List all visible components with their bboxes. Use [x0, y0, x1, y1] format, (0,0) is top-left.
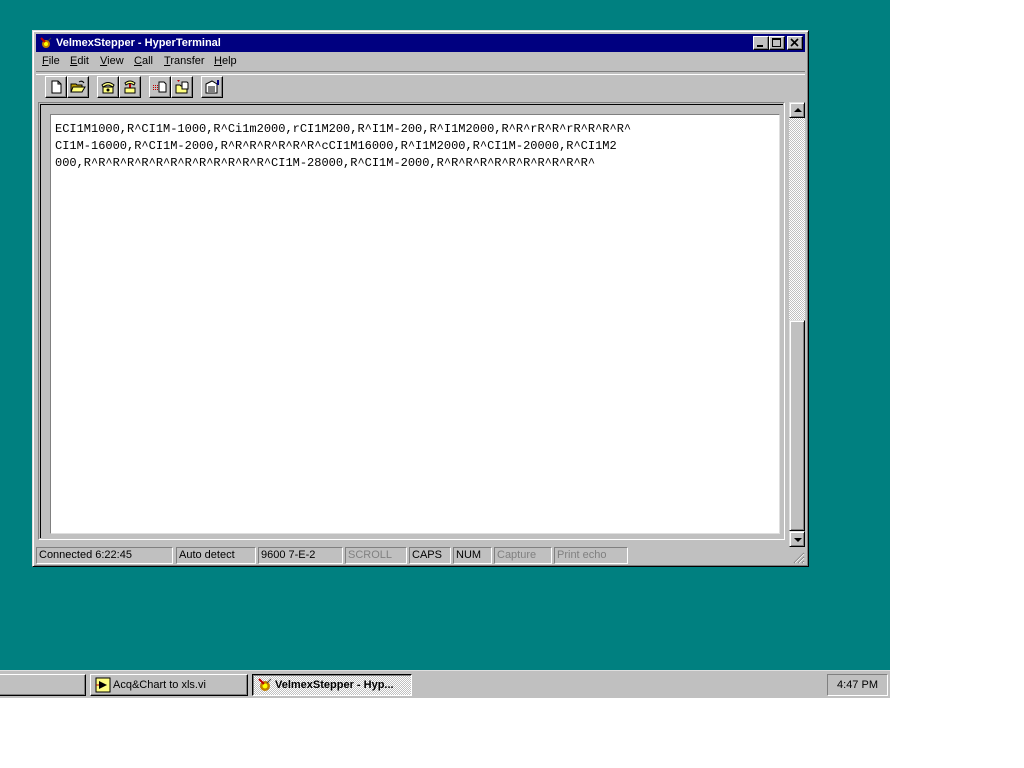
connect-button[interactable]	[97, 76, 119, 98]
taskbar-start-area[interactable]	[0, 674, 86, 696]
menu-help-label: elp	[221, 55, 237, 67]
menu-file-accel: F	[42, 55, 49, 67]
disconnect-button[interactable]	[119, 76, 141, 98]
taskbar-item-hyperterminal[interactable]: VelmexStepper - Hyp...	[252, 674, 412, 696]
terminal-screen[interactable]: ECI1M1000,R^CI1M-1000,R^Ci1m2000,rCI1M20…	[50, 114, 780, 534]
taskbar-item-label: VelmexStepper - Hyp...	[275, 679, 394, 691]
taskbar-item-acq-chart[interactable]: Acq&Chart to xls.vi	[90, 674, 248, 696]
arrow-down-icon	[794, 538, 802, 542]
status-num: NUM	[453, 547, 492, 564]
taskbar: Acq&Chart to xls.vi VelmexStepper - Hyp.…	[0, 670, 890, 698]
terminal-text: ECI1M1000,R^CI1M-1000,R^Ci1m2000,rCI1M20…	[55, 121, 779, 172]
status-scroll: SCROLL	[345, 547, 407, 564]
status-capture: Capture	[494, 547, 552, 564]
status-print-echo: Print echo	[554, 547, 628, 564]
menu-file[interactable]: File	[42, 55, 60, 67]
menu-help-accel: H	[214, 55, 222, 67]
menu-call-accel: C	[134, 55, 142, 67]
menu-edit-label: dit	[77, 55, 89, 67]
close-icon	[790, 38, 799, 47]
menu-file-label: ile	[48, 55, 60, 67]
labview-vi-icon	[95, 677, 111, 693]
maximize-icon	[772, 38, 781, 47]
toolbar	[36, 74, 805, 100]
menu-edit[interactable]: Edit	[70, 55, 89, 67]
taskbar-item-label: Acq&Chart to xls.vi	[113, 679, 206, 691]
receive-file-icon	[175, 80, 189, 94]
arrow-up-icon	[794, 108, 802, 112]
menu-view-label: iew	[107, 55, 124, 67]
new-document-icon	[51, 80, 62, 94]
phone-hangup-icon	[124, 80, 136, 94]
status-connected: Connected 6:22:45	[36, 547, 173, 564]
terminal-frame: ECI1M1000,R^CI1M-1000,R^Ci1m2000,rCI1M20…	[38, 102, 785, 540]
minimize-icon	[757, 45, 763, 47]
system-tray-clock[interactable]: 4:47 PM	[827, 674, 888, 696]
terminal-line: CI1M-16000,R^CI1M-2000,R^R^R^R^R^R^R^cCI…	[55, 139, 617, 153]
terminal-line: 000,R^R^R^R^R^R^R^R^R^R^R^R^R^CI1M-28000…	[55, 156, 596, 170]
window-title: VelmexStepper - HyperTerminal	[56, 37, 221, 49]
send-file-icon	[153, 81, 167, 93]
send-button[interactable]	[149, 76, 171, 98]
close-button[interactable]	[787, 36, 803, 50]
menu-bar: File Edit View Call Transfer Help	[36, 53, 805, 71]
status-port-settings: 9600 7-E-2	[258, 547, 343, 564]
vertical-scrollbar[interactable]	[789, 102, 805, 547]
menu-view[interactable]: View	[100, 55, 124, 67]
scrollbar-thumb[interactable]	[789, 320, 805, 531]
phone-icon	[101, 82, 115, 94]
scroll-up-button[interactable]	[789, 102, 805, 118]
hyperterminal-window: VelmexStepper - HyperTerminal File Edit …	[32, 30, 809, 567]
properties-icon	[205, 80, 219, 94]
menu-call-label: all	[141, 55, 153, 67]
menu-help[interactable]: Help	[214, 55, 237, 67]
menu-call[interactable]: Call	[134, 55, 153, 67]
menu-transfer[interactable]: Transfer	[164, 55, 205, 67]
properties-button[interactable]	[201, 76, 223, 98]
hyperterminal-icon	[258, 678, 272, 691]
scroll-down-button[interactable]	[789, 531, 805, 547]
menu-transfer-label: ransfer	[170, 55, 205, 67]
status-detect: Auto detect	[176, 547, 256, 564]
new-button[interactable]	[45, 76, 67, 98]
title-bar[interactable]: VelmexStepper - HyperTerminal	[36, 34, 805, 52]
maximize-button[interactable]	[769, 36, 785, 50]
resize-grip-icon[interactable]	[793, 552, 805, 564]
hyperterminal-icon	[40, 37, 52, 48]
open-button[interactable]	[67, 76, 89, 98]
minimize-button[interactable]	[753, 36, 769, 50]
terminal-line: ECI1M1000,R^CI1M-1000,R^Ci1m2000,rCI1M20…	[55, 122, 632, 136]
terminal-panel: ECI1M1000,R^CI1M-1000,R^Ci1m2000,rCI1M20…	[40, 104, 783, 538]
status-caps: CAPS	[409, 547, 451, 564]
receive-button[interactable]	[171, 76, 193, 98]
open-folder-icon	[70, 80, 86, 93]
status-bar: Connected 6:22:45 Auto detect 9600 7-E-2…	[36, 546, 805, 564]
